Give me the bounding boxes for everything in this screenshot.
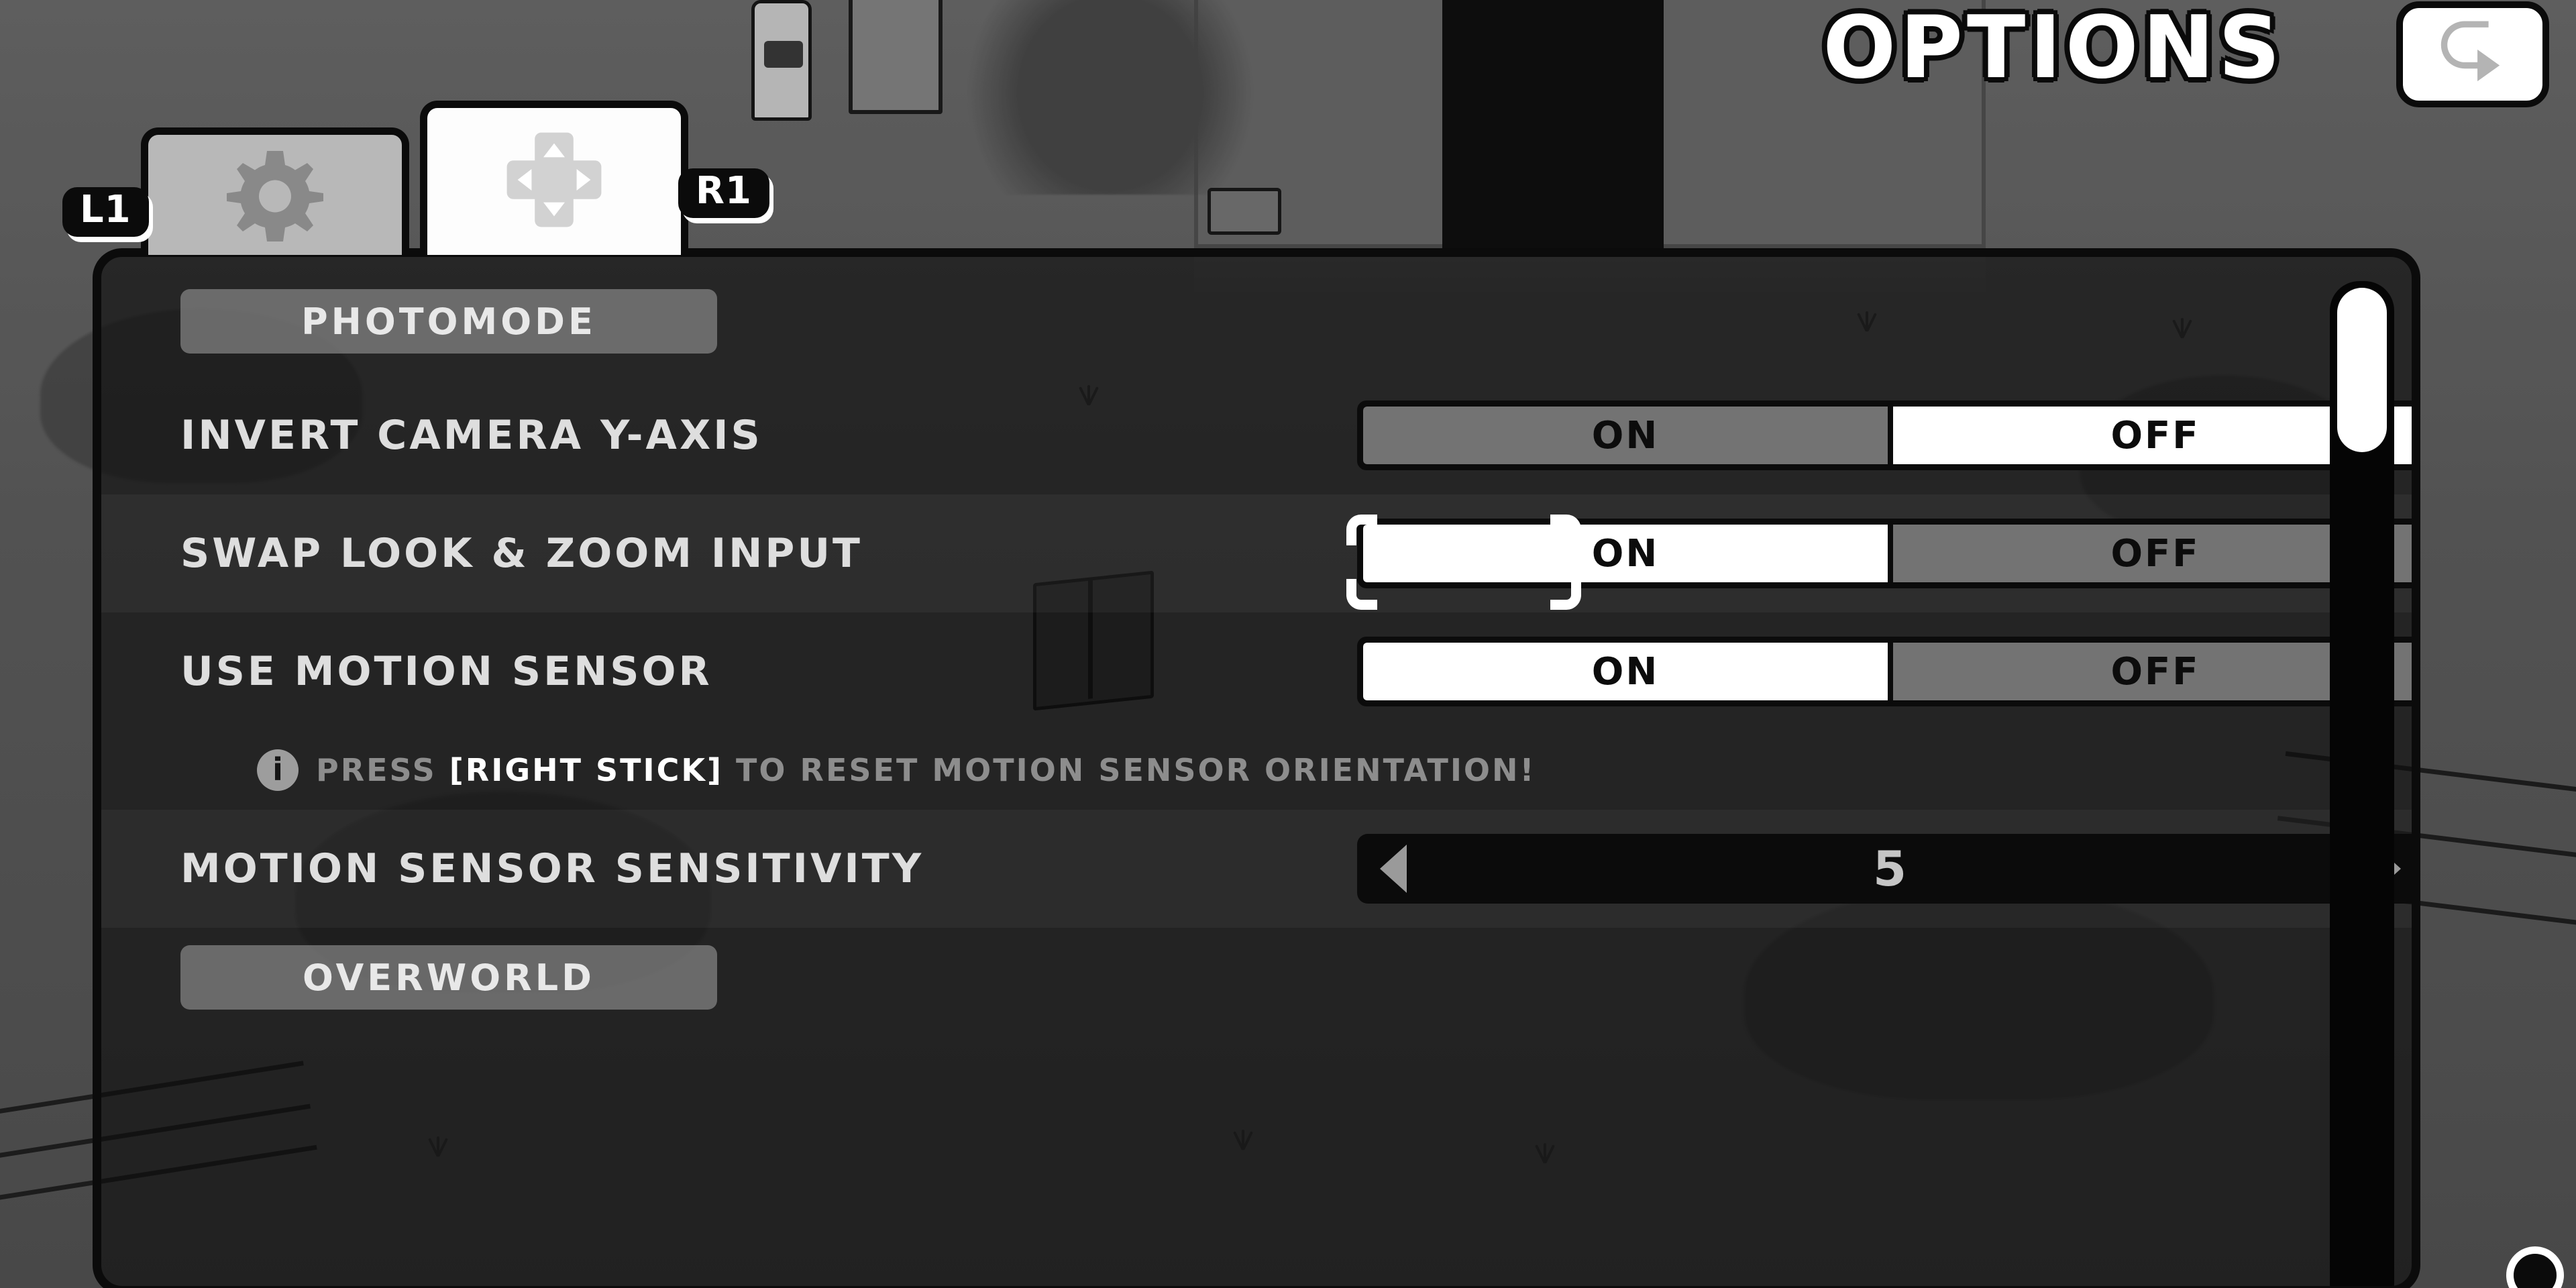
table-row[interactable]: INVERT CAMERA Y-AXIS ON OFF xyxy=(101,376,2412,494)
section-header-label: OVERWORLD xyxy=(303,956,595,999)
tab-controls[interactable]: R1 xyxy=(420,101,769,255)
section-header-overworld: OVERWORLD xyxy=(180,945,717,1010)
toggle-option-on[interactable]: ON xyxy=(1363,643,1888,700)
info-hint-suffix: TO RESET MOTION SENSOR ORIENTATION! xyxy=(723,752,1536,788)
tab-bar: L1 R1 xyxy=(62,101,769,255)
section-header-photomode: PHOTOMODE xyxy=(180,289,717,354)
gear-icon xyxy=(225,143,325,247)
scrollbar-thumb[interactable] xyxy=(2337,288,2387,452)
dpad-icon xyxy=(500,126,608,237)
setting-label-use-motion-sensor: USE MOTION SENSOR xyxy=(180,648,712,695)
toggle-invert-camera-y-axis[interactable]: ON OFF xyxy=(1357,400,2412,470)
section-header-label: PHOTOMODE xyxy=(301,300,596,343)
info-hint-row: i PRESS [RIGHT STICK] TO RESET MOTION SE… xyxy=(101,731,2412,810)
bumper-l1: L1 xyxy=(62,187,149,237)
toggle-option-on[interactable]: ON xyxy=(1363,525,1888,582)
stepper-value: 5 xyxy=(1872,841,1909,897)
back-arrow-icon xyxy=(2433,15,2512,94)
setting-label-motion-sensor-sensitivity: MOTION SENSOR SENSITIVITY xyxy=(180,845,924,892)
chevron-left-icon[interactable] xyxy=(1380,845,1407,893)
setting-label-invert-camera-y-axis: INVERT CAMERA Y-AXIS xyxy=(180,412,763,459)
setting-label-swap-look-zoom-input: SWAP LOOK & ZOOM INPUT xyxy=(180,530,863,577)
page-title-wrap: OPTIONS xyxy=(1823,5,2284,91)
toggle-option-on[interactable]: ON xyxy=(1363,407,1888,464)
options-panel: PHOTOMODE INVERT CAMERA Y-AXIS ON OFF SW… xyxy=(93,248,2420,1288)
panel-scrollbar[interactable] xyxy=(2330,281,2394,1286)
table-row[interactable]: SWAP LOOK & ZOOM INPUT ON OFF xyxy=(101,494,2412,612)
tab-general[interactable]: L1 xyxy=(62,127,409,255)
toggle-swap-look-zoom-input[interactable]: ON OFF xyxy=(1357,519,2412,588)
game-options-screen: OPTIONS L1 R1 PHOTOMODE INVERT CAMERA Y-… xyxy=(0,0,2576,1288)
toggle-use-motion-sensor[interactable]: ON OFF xyxy=(1357,637,2412,706)
bumper-r1: R1 xyxy=(678,168,769,218)
table-row[interactable]: USE MOTION SENSOR ON OFF xyxy=(101,612,2412,731)
stepper-motion-sensor-sensitivity[interactable]: 5 xyxy=(1357,834,2412,904)
info-hint-highlight: [RIGHT STICK] xyxy=(449,752,724,788)
table-row[interactable]: MOTION SENSOR SENSITIVITY 5 xyxy=(101,810,2412,928)
info-icon: i xyxy=(257,749,299,791)
back-button[interactable] xyxy=(2396,1,2549,107)
info-hint-text: PRESS [RIGHT STICK] TO RESET MOTION SENS… xyxy=(316,752,1536,788)
info-hint-prefix: PRESS xyxy=(316,752,449,788)
page-title: OPTIONS xyxy=(1823,0,2284,98)
